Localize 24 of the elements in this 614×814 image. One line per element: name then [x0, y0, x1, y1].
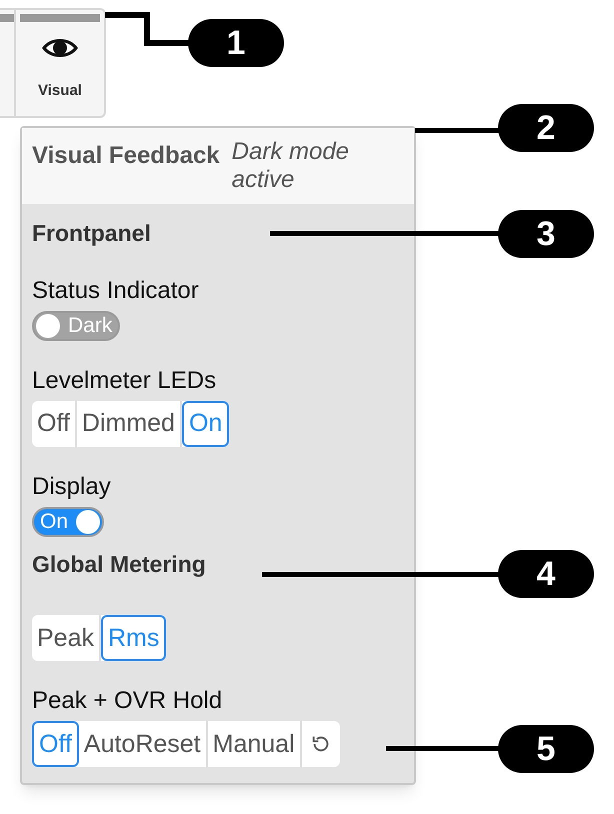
callout-badge: 2: [498, 104, 594, 152]
setting-label: Display: [32, 472, 111, 502]
setting-label: Status Indicator: [32, 276, 199, 306]
segment-option[interactable]: Manual: [208, 721, 302, 767]
tab-label: Visual: [38, 81, 82, 101]
setting-label: Levelmeter LEDs: [32, 366, 216, 396]
setting-label: Peak + OVR Hold: [32, 686, 222, 716]
callout-badge: 5: [498, 725, 594, 773]
segment-option[interactable]: AutoReset: [78, 721, 208, 767]
partial-tab[interactable]: [0, 10, 16, 116]
toggle-label: On: [39, 511, 70, 532]
callout-badge: 3: [498, 210, 594, 258]
section-heading: Frontpanel: [32, 219, 151, 248]
callout-badge: 4: [498, 550, 594, 598]
mode-status: Dark mode active: [232, 138, 350, 194]
callout-badge: 1: [188, 19, 284, 67]
eye-icon: [40, 36, 80, 60]
popover-title: Visual Feedback: [32, 141, 220, 171]
visual-tab[interactable]: Visual: [16, 10, 104, 116]
segment-option[interactable]: Off: [32, 400, 77, 446]
toggle-label: Dark: [67, 315, 114, 336]
section-heading: Global Metering: [32, 550, 206, 579]
segment-option[interactable]: Dimmed: [76, 400, 182, 446]
segment-option[interactable]: Peak: [32, 615, 101, 661]
